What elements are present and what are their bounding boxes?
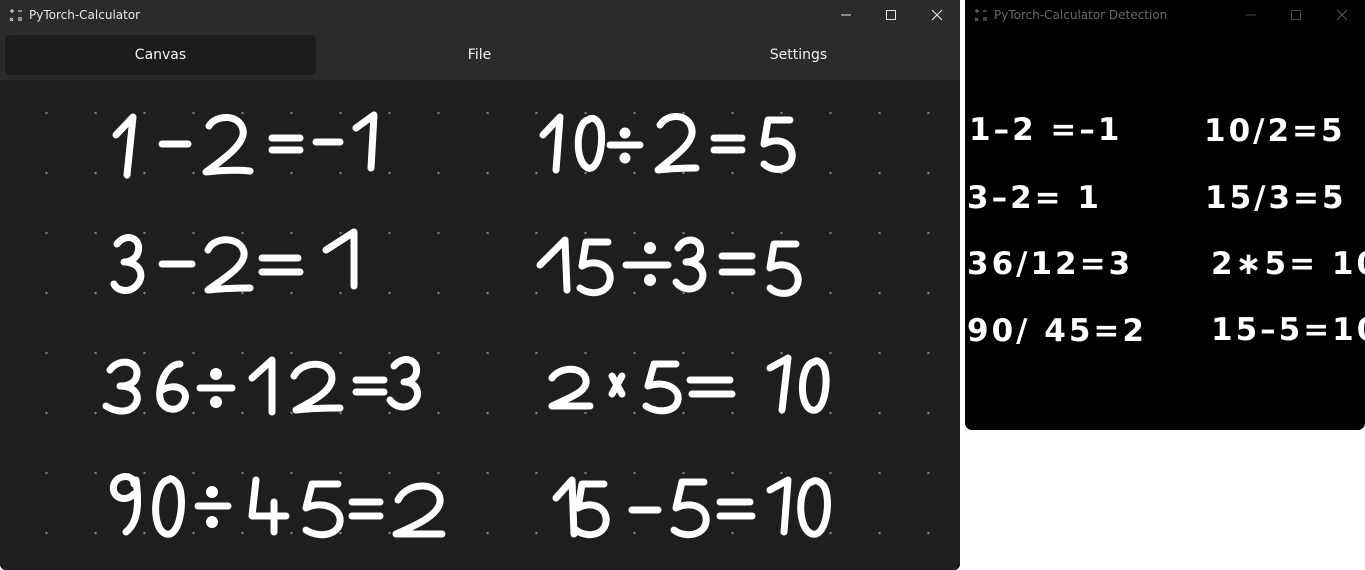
- detection-result: 3–2= 1: [967, 180, 1102, 216]
- calculator-icon: [9, 9, 22, 22]
- handwritten-expression-6: [548, 354, 830, 415]
- close-button[interactable]: [914, 0, 960, 30]
- calculator-icon: [974, 9, 987, 22]
- detection-result: 15–5=10: [1211, 312, 1365, 348]
- window-title: PyTorch-Calculator: [29, 8, 141, 22]
- handwritten-expression-2: [539, 113, 796, 174]
- detection-result: 10/2=5: [1204, 113, 1346, 149]
- detection-window: PyTorch-Calculator Detection 1–2 =–1 10/…: [965, 0, 1365, 430]
- detection-result: 15/3=5: [1205, 180, 1347, 216]
- minimize-icon: [1246, 14, 1256, 16]
- detection-result: 1–2 =–1: [969, 112, 1123, 148]
- handwritten-expression-4: [536, 236, 802, 297]
- drawing-canvas[interactable]: [0, 80, 960, 570]
- title-bar[interactable]: PyTorch-Calculator: [0, 0, 960, 30]
- tab-file[interactable]: File: [324, 35, 635, 75]
- tab-bar: Canvas File Settings: [0, 30, 960, 80]
- maximize-button[interactable]: [1273, 0, 1319, 30]
- close-icon: [931, 9, 943, 21]
- calculator-window: PyTorch-Calculator Canvas File Settings: [0, 0, 960, 570]
- handwritten-expression-3: [110, 228, 358, 294]
- handwritten-expression-8: [552, 476, 831, 539]
- handwritten-expression-5: [102, 356, 422, 416]
- maximize-button[interactable]: [868, 0, 914, 30]
- minimize-button[interactable]: [823, 0, 869, 30]
- maximize-icon: [886, 10, 896, 20]
- handwritten-expression-1: [112, 111, 378, 179]
- detection-result: 36/12=3: [967, 246, 1134, 282]
- tab-canvas[interactable]: Canvas: [5, 35, 316, 75]
- detection-window-title: PyTorch-Calculator Detection: [994, 8, 1168, 22]
- tab-settings[interactable]: Settings: [643, 35, 954, 75]
- minimize-icon: [841, 14, 851, 16]
- detection-result: 2∗5= 10: [1211, 246, 1365, 282]
- detection-result: 90/ 45=2: [967, 313, 1147, 349]
- close-button[interactable]: [1319, 0, 1365, 30]
- maximize-icon: [1291, 10, 1301, 20]
- minimize-button[interactable]: [1228, 0, 1274, 30]
- close-icon: [1336, 9, 1348, 21]
- handwritten-expression-7: [109, 473, 446, 539]
